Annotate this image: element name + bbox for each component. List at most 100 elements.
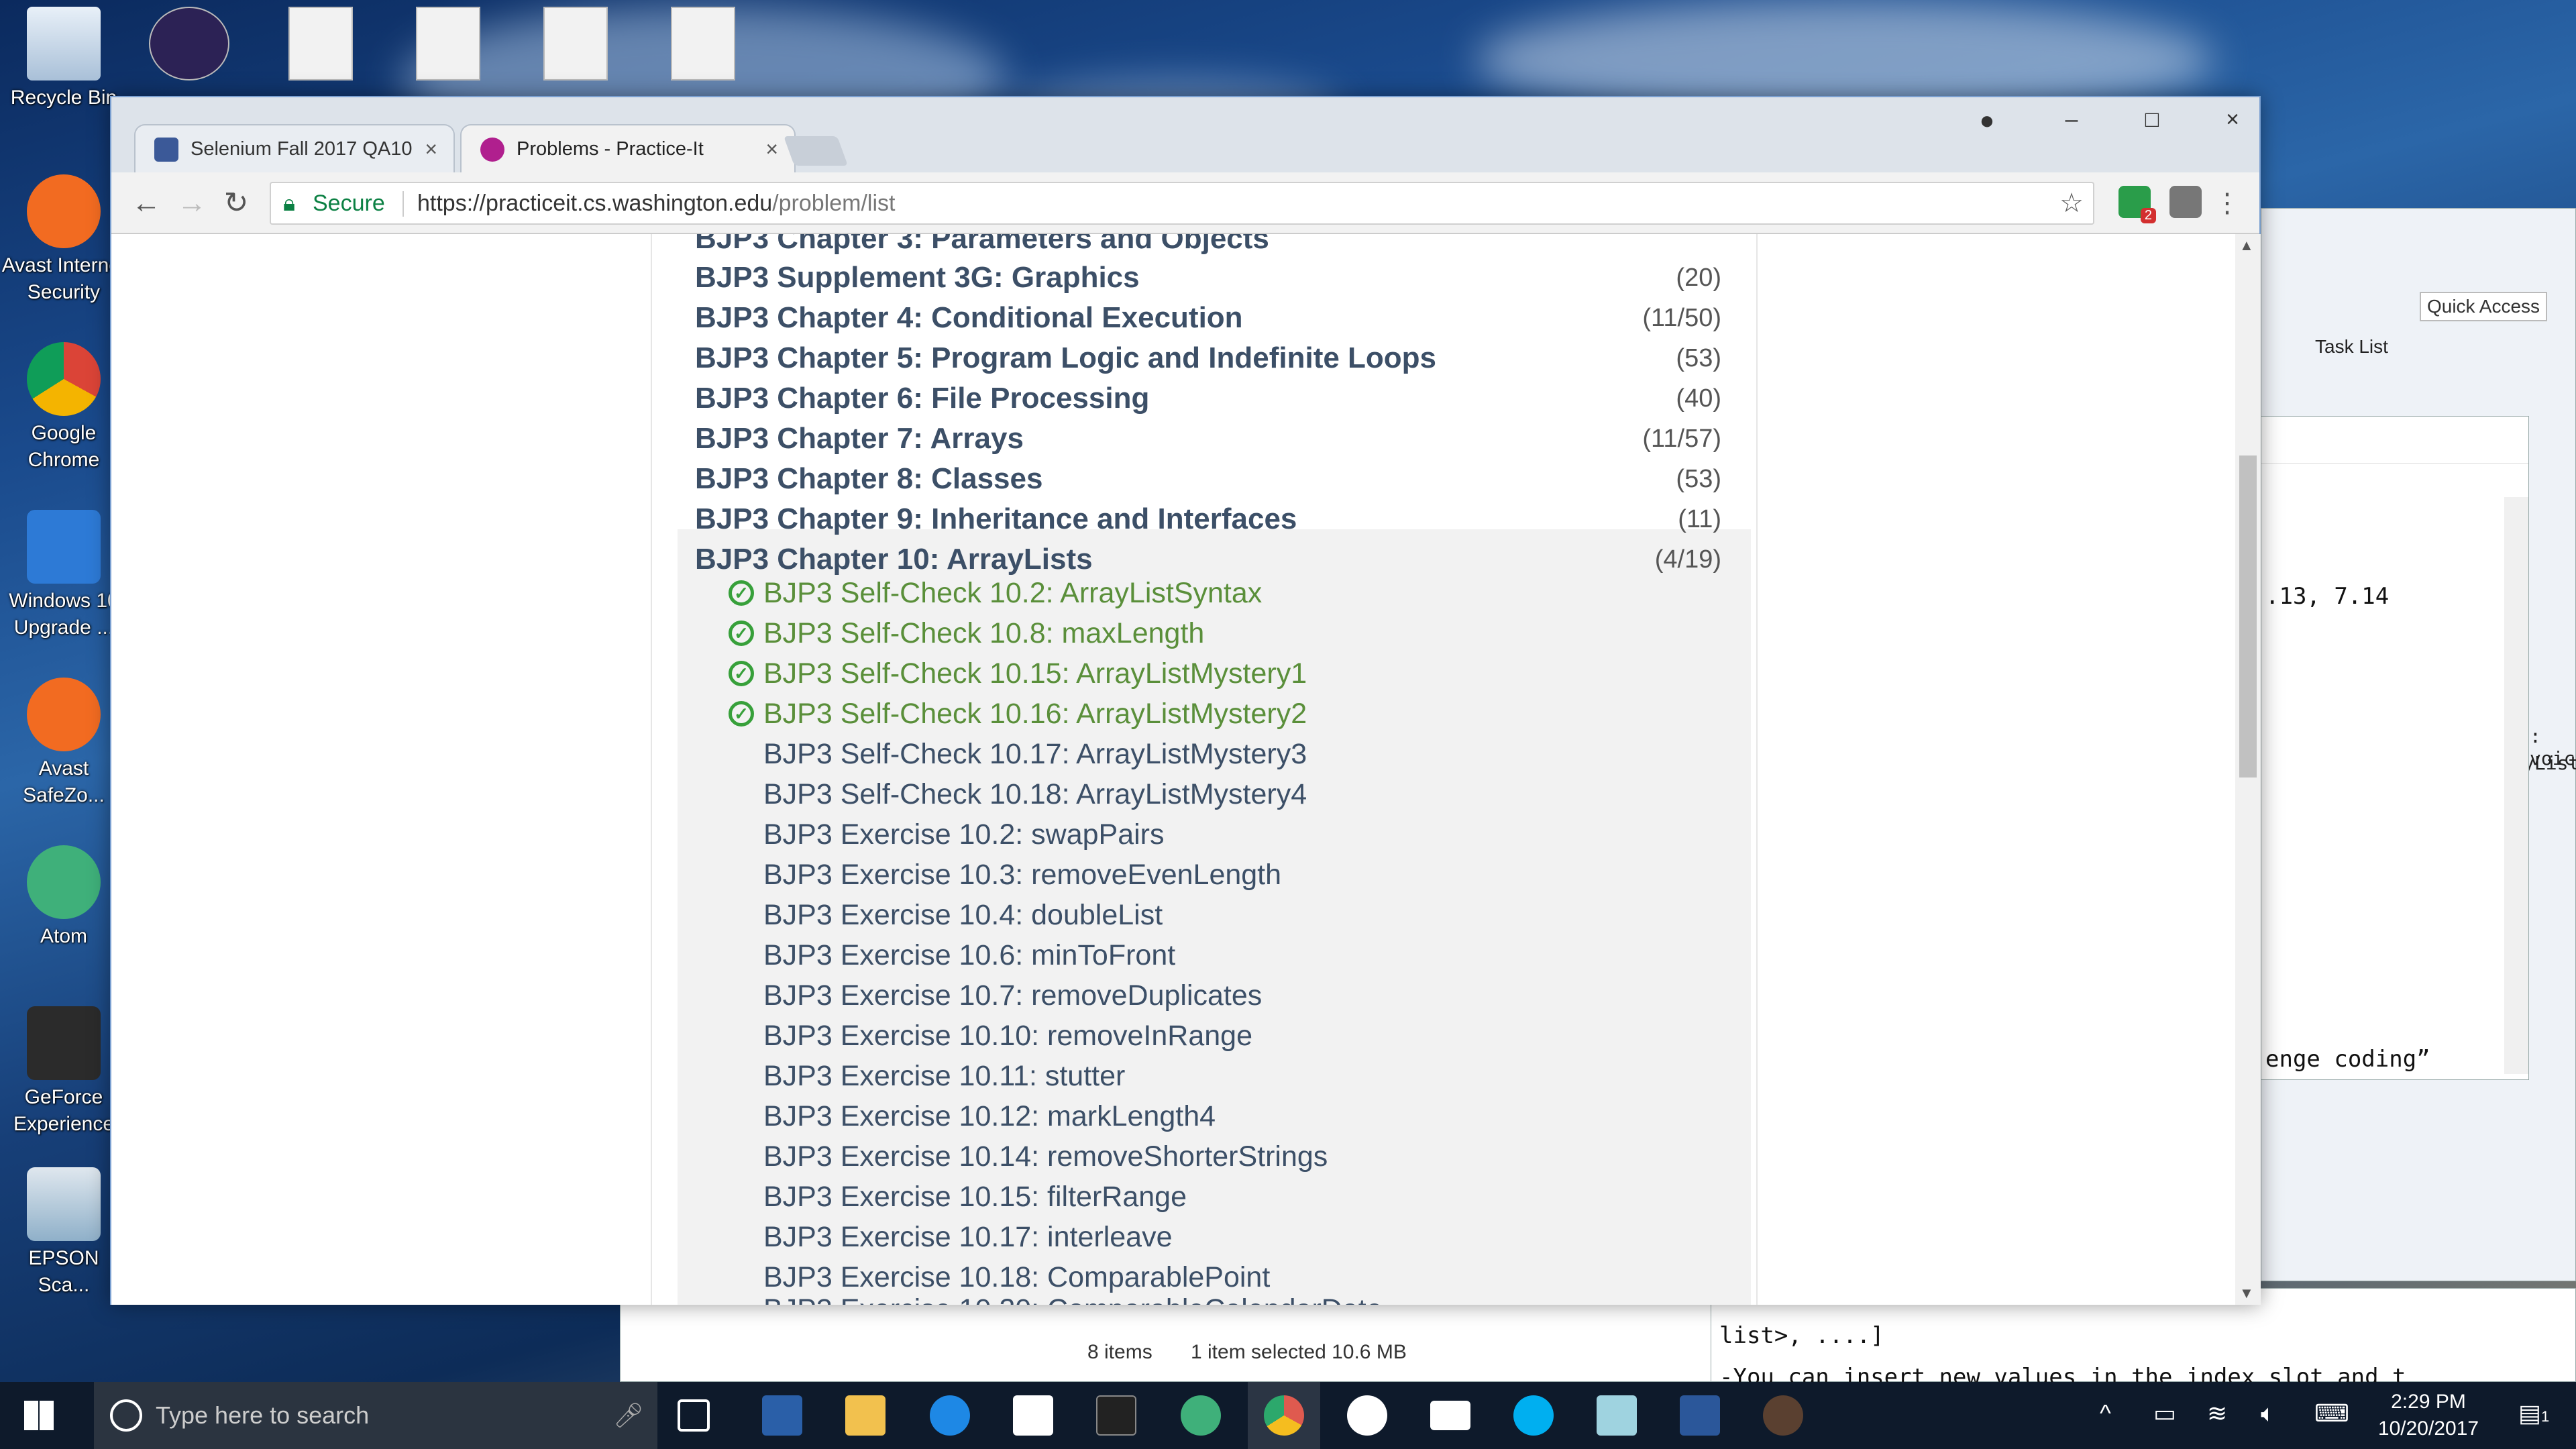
desktop-avast-internet-security[interactable]: Avast Internet Security: [0, 168, 127, 306]
problem-link[interactable]: BJP3 Exercise 10.11: stutter: [763, 1057, 1790, 1095]
scroll-up-icon[interactable]: ▲: [2239, 237, 2254, 254]
reload-button[interactable]: ↻: [216, 184, 256, 222]
task-view-icon[interactable]: [678, 1399, 710, 1432]
desktop-icon-label: Recycle Bin: [10, 87, 117, 109]
address-bar[interactable]: 🔒︎ Secure https://practiceit.cs.washingt…: [270, 182, 2094, 225]
minimize-button[interactable]: –: [2051, 107, 2092, 133]
maximize-button[interactable]: □: [2132, 107, 2172, 133]
battery-icon[interactable]: ▭: [2153, 1399, 2176, 1428]
clock[interactable]: 2:29 PM 10/20/2017: [2361, 1389, 2496, 1442]
scroll-down-icon[interactable]: ▼: [2239, 1285, 2254, 1302]
problem-link[interactable]: BJP3 Exercise 10.12: markLength4: [763, 1097, 1790, 1136]
problem-link-solved[interactable]: ✓ BJP3 Self-Check 10.8: maxLength: [729, 614, 1790, 653]
problem-link[interactable]: BJP3 Exercise 10.14: removeShorterString…: [763, 1137, 1790, 1176]
terminal-icon[interactable]: [1096, 1395, 1136, 1436]
chapter-row[interactable]: BJP3 Supplement 3G: Graphics (20): [695, 258, 1721, 297]
extension-icon[interactable]: 2: [2118, 186, 2156, 223]
game-icon[interactable]: [1763, 1395, 1803, 1436]
desktop-recycle-bin[interactable]: Recycle Bin: [0, 0, 127, 111]
desktop-icon-label: Atom: [40, 925, 88, 947]
check-icon: ✓: [729, 580, 754, 606]
file-explorer-icon[interactable]: [845, 1395, 885, 1436]
desktop-google-chrome[interactable]: Google Chrome: [0, 335, 127, 474]
chapter-row[interactable]: BJP3 Chapter 4: Conditional Execution (11…: [695, 299, 1721, 337]
microphone-icon[interactable]: 🎤︎: [613, 1382, 644, 1449]
chapter-row-partial[interactable]: BJP3 Chapter 3: Parameters and Objects: [695, 234, 1721, 258]
tab-selenium[interactable]: Selenium Fall 2017 QA10 ×: [134, 124, 455, 172]
problem-link[interactable]: BJP3 Self-Check 10.17: ArrayListMystery3: [763, 735, 1790, 773]
chapter-row[interactable]: BJP3 Chapter 5: Program Logic and Indefi…: [695, 339, 1721, 378]
tab-practice-it[interactable]: Problems - Practice-It ×: [460, 124, 796, 172]
code-fragment: yList‹: [2523, 752, 2576, 774]
chapter-row[interactable]: BJP3 Chapter 6: File Processing (40): [695, 379, 1721, 418]
extension-badge: 2: [2140, 208, 2156, 223]
wifi-icon[interactable]: ≋: [2207, 1399, 2227, 1428]
desktop-epson-scan[interactable]: EPSON Sca...: [0, 1161, 127, 1299]
profile-icon[interactable]: ●: [1967, 107, 2007, 136]
action-center-icon[interactable]: ▤1: [2518, 1399, 2549, 1428]
desktop-geforce-experience[interactable]: GeForce Experience: [0, 1000, 127, 1138]
problem-link[interactable]: BJP3 Exercise 10.4: doubleList: [763, 896, 1790, 934]
notepad-text: -You can insert new values in the index …: [1719, 1364, 2406, 1382]
quick-access-field[interactable]: Quick Access: [2420, 292, 2547, 321]
close-icon[interactable]: ×: [765, 125, 778, 172]
scrollbar-thumb[interactable]: [2239, 455, 2257, 777]
eclipse-icon[interactable]: [149, 7, 229, 80]
start-button[interactable]: [24, 1401, 54, 1430]
document-icon[interactable]: [543, 7, 608, 80]
chapter-row[interactable]: BJP3 Chapter 9: Inheritance and Interfac…: [695, 500, 1721, 539]
skype-icon[interactable]: [1513, 1395, 1554, 1436]
problem-link[interactable]: BJP3 Exercise 10.6: minToFront: [763, 936, 1790, 975]
menu-icon[interactable]: ⋮: [2207, 184, 2247, 222]
show-hidden-icons[interactable]: ^: [2100, 1399, 2111, 1428]
desktop-avast-safezone[interactable]: Avast SafeZo...: [0, 671, 127, 809]
explorer-item-count: 8 items: [1087, 1341, 1152, 1363]
powershell-icon[interactable]: [762, 1395, 802, 1436]
mail-icon[interactable]: [1430, 1401, 1470, 1430]
problem-link[interactable]: BJP3 Exercise 10.10: removeInRange: [763, 1016, 1790, 1055]
word-document-icon[interactable]: [288, 7, 353, 80]
desktop-windows-upgrade[interactable]: Windows 10 Upgrade ...: [0, 503, 127, 641]
secure-label: Secure: [313, 191, 385, 216]
avast-internet-security-icon: [27, 174, 101, 248]
close-button[interactable]: ×: [2212, 107, 2253, 133]
app-icon[interactable]: [1597, 1395, 1637, 1436]
back-button[interactable]: ←: [126, 184, 166, 222]
edge-icon[interactable]: [930, 1395, 970, 1436]
word-icon[interactable]: [1680, 1395, 1720, 1436]
chapter-row[interactable]: BJP3 Chapter 8: Classes (53): [695, 460, 1721, 498]
problem-link-solved[interactable]: ✓ BJP3 Self-Check 10.15: ArrayListMystery…: [729, 654, 1790, 693]
recycle-bin-icon: [27, 7, 101, 80]
new-tab-button[interactable]: [783, 136, 849, 166]
document-icon[interactable]: [671, 7, 735, 80]
close-icon[interactable]: ×: [425, 125, 437, 172]
problem-link[interactable]: BJP3 Exercise 10.17: interleave: [763, 1218, 1790, 1256]
avast-safezone-icon: [27, 678, 101, 751]
desktop-icon-label: GeForce Experience: [13, 1086, 115, 1135]
keyboard-icon[interactable]: ⌨: [2314, 1399, 2349, 1428]
store-icon[interactable]: [1013, 1395, 1053, 1436]
atom-taskbar-icon[interactable]: [1181, 1395, 1221, 1436]
volume-icon[interactable]: 🔈︎: [2261, 1399, 2275, 1428]
problem-link[interactable]: BJP3 Self-Check 10.18: ArrayListMystery4: [763, 775, 1790, 814]
task-list-tab[interactable]: Task List: [2315, 336, 2388, 358]
cortana-icon: [110, 1399, 142, 1432]
problem-link[interactable]: BJP3 Exercise 10.15: filterRange: [763, 1177, 1790, 1216]
problem-link-solved[interactable]: ✓ BJP3 Self-Check 10.2: ArrayListSyntax: [729, 574, 1790, 612]
problem-link[interactable]: BJP3 Exercise 10.7: removeDuplicates: [763, 976, 1790, 1015]
extension-icon-2[interactable]: [2169, 186, 2202, 218]
desktop-atom[interactable]: Atom: [0, 839, 127, 950]
xbox-icon[interactable]: [1347, 1395, 1387, 1436]
forward-button[interactable]: →: [172, 184, 212, 222]
editor-window: .13, 7.14 enge coding”: [2261, 416, 2529, 1080]
bookmark-star-icon[interactable]: ☆: [2059, 183, 2084, 223]
chapter-row[interactable]: BJP3 Chapter 7: Arrays (11/57): [695, 419, 1721, 458]
page-scrollbar[interactable]: ▲ ▼: [2235, 234, 2261, 1305]
problem-link-solved[interactable]: ✓ BJP3 Self-Check 10.16: ArrayListMystery…: [729, 694, 1790, 733]
editor-text: enge coding”: [2265, 1046, 2430, 1073]
document-icon[interactable]: [416, 7, 480, 80]
problem-link[interactable]: BJP3 Exercise 10.2: swapPairs: [763, 815, 1790, 854]
problem-link[interactable]: BJP3 Exercise 10.3: removeEvenLength: [763, 855, 1790, 894]
problem-link[interactable]: BJP3 Exercise 10.20: ComparableCalendarD…: [763, 1290, 1790, 1305]
taskbar-search[interactable]: Type here to search 🎤︎: [94, 1382, 657, 1449]
